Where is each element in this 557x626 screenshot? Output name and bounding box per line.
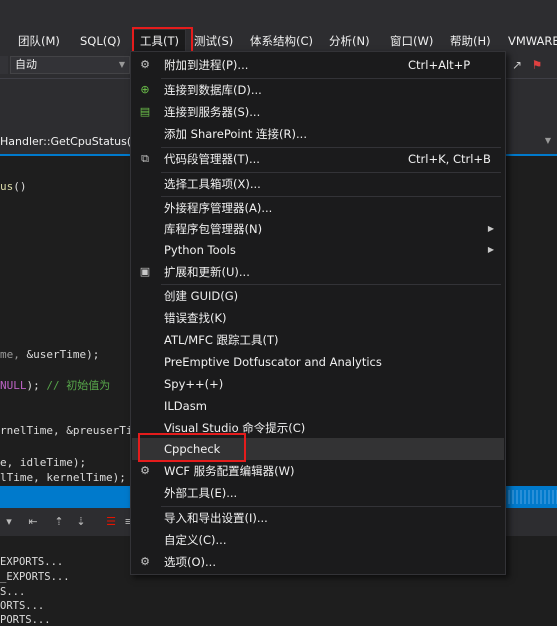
menu-item-add-sharepoint[interactable]: 添加 SharePoint 连接(R)... <box>132 123 504 145</box>
code-line: NULL); // 初始值为 <box>0 379 111 392</box>
editor-navigation-member[interactable]: Handler::GetCpuStatus() <box>0 135 135 148</box>
menu-item-options[interactable]: ⚙ 选项(O)... <box>132 551 504 573</box>
highlight-cppcheck <box>138 433 246 462</box>
menu-item-label: 库程序包管理器(N) <box>164 222 263 236</box>
code-line: rnelTime, &preuserTi <box>0 424 133 437</box>
attach-process-icon: ⚙ <box>140 58 150 71</box>
title-strip <box>0 0 557 30</box>
menu-item-connect-database[interactable]: ⊕ 连接到数据库(D)... <box>132 79 504 101</box>
wcf-gear-icon: ⚙ <box>140 464 150 477</box>
menu-item-label: Python Tools <box>164 243 236 257</box>
menu-item-snippet-manager[interactable]: ⧉ 代码段管理器(T)... Ctrl+K, Ctrl+B <box>132 148 504 170</box>
menu-item-atl-mfc-trace[interactable]: ATL/MFC 跟踪工具(T) <box>132 329 504 351</box>
menu-item-spy[interactable]: Spy++(+) <box>132 373 504 395</box>
options-gear-icon: ⚙ <box>140 555 150 568</box>
menu-item-label: 选项(O)... <box>164 555 216 569</box>
menu-item-label: 外部工具(E)... <box>164 486 238 500</box>
menu-item-label: ILDasm <box>164 399 207 413</box>
menu-bar: 团队(M) SQL(Q) 工具(T) 测试(S) 体系结构(C) 分析(N) 窗… <box>0 29 557 53</box>
menu-vmware[interactable]: VMWARE <box>508 30 557 52</box>
menu-item-label: 创建 GUID(G) <box>164 289 239 303</box>
menu-item-dotfuscator[interactable]: PreEmptive Dotfuscator and Analytics <box>132 351 504 373</box>
menu-item-package-manager[interactable]: 库程序包管理器(N) ▶ <box>132 218 504 240</box>
menu-item-label: Spy++(+) <box>164 377 224 391</box>
menu-item-shortcut: Ctrl+Alt+P <box>408 58 471 72</box>
chevron-down-icon[interactable]: ▼ <box>545 136 551 145</box>
clear-all-icon[interactable]: ☰ <box>104 515 118 529</box>
submenu-arrow-icon: ▶ <box>487 224 494 233</box>
menu-item-connect-server[interactable]: ▤ 连接到服务器(S)... <box>132 101 504 123</box>
menu-team[interactable]: 团队(M) <box>18 30 60 52</box>
snippet-manager-icon: ⧉ <box>141 152 149 165</box>
connect-database-icon: ⊕ <box>140 83 150 96</box>
menu-item-label: 扩展和更新(U)... <box>164 265 250 279</box>
menu-test[interactable]: 测试(S) <box>194 30 233 52</box>
menu-item-label: 代码段管理器(T)... <box>164 152 260 166</box>
toolbar-combo-edge <box>0 56 8 74</box>
menu-sql[interactable]: SQL(Q) <box>80 30 121 52</box>
menu-item-python-tools[interactable]: Python Tools ▶ <box>132 239 504 261</box>
menu-item-label: 自定义(C)... <box>164 533 227 547</box>
menu-item-label: 错误查找(K) <box>164 311 227 325</box>
bookmark-clear-icon[interactable]: ⚑ <box>530 58 544 72</box>
solution-config-value: 自动 <box>15 58 37 71</box>
code-line: e, idleTime); <box>0 456 87 469</box>
menu-help[interactable]: 帮助(H) <box>450 30 491 52</box>
menu-item-external-tools[interactable]: 外部工具(E)... <box>132 482 504 504</box>
go-to-message-icon[interactable]: ⇤ <box>26 515 40 529</box>
chevron-down-icon[interactable]: ▾ <box>2 515 16 529</box>
menu-window[interactable]: 窗口(W) <box>390 30 433 52</box>
output-line: PORTS... <box>0 614 51 626</box>
code-line: me, &userTime); <box>0 348 100 361</box>
menu-item-customize[interactable]: 自定义(C)... <box>132 529 504 551</box>
menu-item-label: 添加 SharePoint 连接(R)... <box>164 127 307 141</box>
extensions-icon: ▣ <box>139 265 151 278</box>
previous-message-icon[interactable]: ⇡ <box>52 515 66 529</box>
output-line: ORTS... <box>0 600 45 612</box>
connect-server-icon: ▤ <box>139 105 151 118</box>
menu-item-label: 选择工具箱项(X)... <box>164 177 261 191</box>
solution-config-select[interactable]: 自动 ▼ <box>10 56 130 74</box>
menu-item-label: 连接到数据库(D)... <box>164 83 262 97</box>
menu-item-label: 连接到服务器(S)... <box>164 105 261 119</box>
menu-item-label: 导入和导出设置(I)... <box>164 511 268 525</box>
output-line: _EXPORTS... <box>0 571 70 583</box>
chevron-down-icon: ▼ <box>118 60 125 69</box>
menu-item-shortcut: Ctrl+K, Ctrl+B <box>408 152 491 166</box>
menu-item-error-lookup[interactable]: 错误查找(K) <box>132 307 504 329</box>
code-line: us() <box>0 180 27 193</box>
menu-item-label: ATL/MFC 跟踪工具(T) <box>164 333 279 347</box>
menu-item-wcf-config-editor[interactable]: ⚙ WCF 服务配置编辑器(W) <box>132 460 504 482</box>
menu-item-extensions[interactable]: ▣ 扩展和更新(U)... <box>132 261 504 283</box>
menu-item-label: 外接程序管理器(A)... <box>164 201 273 215</box>
menu-item-import-export-settings[interactable]: 导入和导出设置(I)... <box>132 507 504 529</box>
output-line: S... <box>0 586 26 598</box>
submenu-arrow-icon: ▶ <box>487 245 494 254</box>
output-line: EXPORTS... <box>0 556 64 568</box>
menu-item-label: 附加到进程(P)... <box>164 58 249 72</box>
menu-item-ildasm[interactable]: ILDasm <box>132 395 504 417</box>
tools-menu-dropdown: ⚙ 附加到进程(P)... Ctrl+Alt+P ⊕ 连接到数据库(D)... … <box>130 51 506 575</box>
next-message-icon[interactable]: ⇣ <box>74 515 88 529</box>
menu-analyze[interactable]: 分析(N) <box>329 30 370 52</box>
menu-item-create-guid[interactable]: 创建 GUID(G) <box>132 285 504 307</box>
menu-architecture[interactable]: 体系结构(C) <box>250 30 313 52</box>
menu-item-addin-manager[interactable]: 外接程序管理器(A)... <box>132 197 504 219</box>
menu-item-label: WCF 服务配置编辑器(W) <box>164 464 295 478</box>
pin-icon[interactable]: ↗ <box>510 58 524 72</box>
menu-item-label: PreEmptive Dotfuscator and Analytics <box>164 355 382 369</box>
menu-item-choose-toolbox[interactable]: 选择工具箱项(X)... <box>132 173 504 195</box>
menu-item-attach-process[interactable]: ⚙ 附加到进程(P)... Ctrl+Alt+P <box>132 54 504 76</box>
code-line: lTime, kernelTime); <box>0 471 126 484</box>
